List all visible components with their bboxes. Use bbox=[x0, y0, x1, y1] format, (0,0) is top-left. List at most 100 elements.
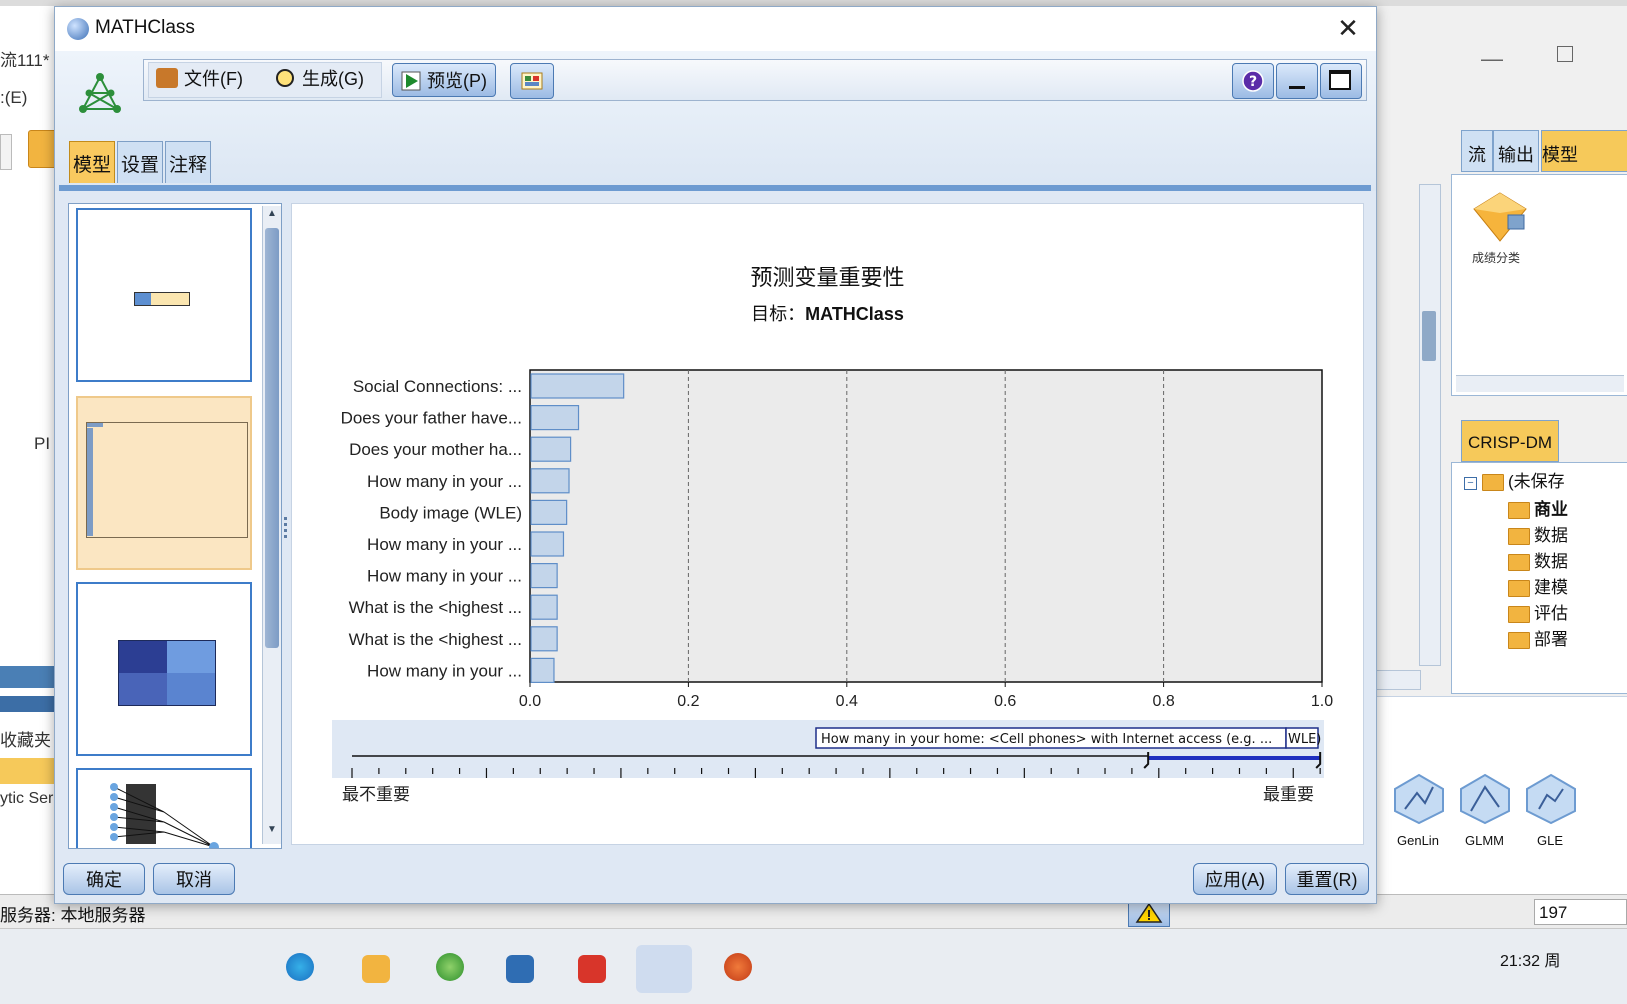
plot-area bbox=[529, 369, 1323, 683]
genlin-node-label: GenLin bbox=[1397, 833, 1439, 848]
tab-annotations[interactable]: 注释 bbox=[165, 141, 211, 183]
gle-node-icon[interactable] bbox=[1525, 773, 1577, 825]
predictor-label: Does your father have... bbox=[341, 409, 522, 428]
maximize-icon[interactable] bbox=[1557, 46, 1573, 62]
scroll-up-icon[interactable]: ▲ bbox=[265, 208, 279, 224]
importance-bar[interactable] bbox=[530, 436, 572, 462]
maximize-button[interactable] bbox=[1320, 63, 1362, 99]
importance-bar[interactable] bbox=[530, 657, 555, 683]
tab-crisp-dm[interactable]: CRISP-DM bbox=[1461, 420, 1559, 462]
browser-icon[interactable] bbox=[436, 953, 464, 981]
slider-tooltip: How many in your home: <Cell phones> wit… bbox=[821, 732, 1272, 747]
preview-button[interactable]: 预览(P) bbox=[392, 63, 496, 97]
bar-chart: 0.0 0.2 0.4 0.6 0.8 1.0 Social Connections: ..… bbox=[332, 369, 1333, 805]
tab-model[interactable]: 模型 bbox=[69, 141, 115, 183]
tab-settings[interactable]: 设置 bbox=[117, 141, 163, 183]
app-icon[interactable] bbox=[724, 953, 752, 981]
scroll-thumb[interactable] bbox=[265, 228, 279, 648]
dialog-title: MATHClass bbox=[95, 17, 195, 38]
stream-tab-label[interactable]: 流111* bbox=[0, 46, 49, 71]
minimize-button[interactable] bbox=[1276, 63, 1318, 99]
slider-tooltip-end: WLE) bbox=[1288, 732, 1321, 747]
importance-bar[interactable] bbox=[530, 405, 580, 431]
file-explorer-icon[interactable] bbox=[362, 955, 390, 983]
network-diagram-icon bbox=[110, 783, 219, 848]
predictor-label: How many in your ... bbox=[367, 535, 522, 554]
thumb-bar bbox=[87, 423, 103, 427]
view-thumbnails: ▲ ▼ bbox=[68, 203, 282, 849]
tree-item-evaluation[interactable]: 评估 bbox=[1508, 601, 1568, 627]
thumbnail-predictor-importance[interactable] bbox=[76, 396, 252, 570]
importance-bar[interactable] bbox=[530, 563, 558, 589]
importance-bar[interactable] bbox=[530, 594, 558, 620]
gle-node-label: GLE bbox=[1537, 833, 1564, 848]
scroll-down-icon[interactable]: ▼ bbox=[265, 824, 279, 840]
close-button[interactable]: ✕ bbox=[1334, 15, 1362, 43]
ok-button[interactable]: 确定 bbox=[63, 863, 145, 895]
apply-button[interactable]: 应用(A) bbox=[1193, 863, 1277, 895]
thumbnail-network-diagram[interactable] bbox=[76, 768, 252, 848]
left-toolbar-icon[interactable] bbox=[0, 134, 12, 170]
x-tick-label: 0.0 bbox=[519, 693, 541, 710]
generate-menu[interactable]: 生成(G) bbox=[266, 64, 372, 94]
edit-menu-fragment[interactable]: :(E) bbox=[0, 88, 27, 108]
generate-menu-label: 生成(G) bbox=[302, 69, 364, 89]
predictor-label: What is the <highest ... bbox=[349, 630, 522, 649]
genlin-node-icon[interactable] bbox=[1393, 773, 1445, 825]
predictor-label: Does your mother ha... bbox=[349, 440, 522, 459]
favorites-tab[interactable]: 收藏夹 bbox=[0, 726, 51, 751]
thumbnails-scrollbar[interactable]: ▲ ▼ bbox=[262, 206, 281, 844]
left-panel-divider bbox=[0, 696, 60, 712]
grid-cell bbox=[167, 673, 215, 705]
spss-app-icon bbox=[67, 18, 89, 40]
tree-item-root[interactable]: (未保存 bbox=[1482, 469, 1565, 495]
minimize-icon[interactable]: — bbox=[1481, 46, 1503, 72]
x-tick-label: 0.4 bbox=[836, 693, 858, 710]
thumbnail-model-summary[interactable] bbox=[76, 208, 252, 382]
folder-icon bbox=[1482, 474, 1504, 492]
help-button[interactable]: ? bbox=[1232, 63, 1274, 99]
export-button[interactable] bbox=[510, 63, 554, 99]
importance-bar[interactable] bbox=[530, 626, 558, 652]
store-icon[interactable] bbox=[506, 955, 534, 983]
grid-cell bbox=[119, 641, 167, 673]
tree-item-deployment[interactable]: 部署 bbox=[1508, 627, 1568, 653]
tree-collapse-icon[interactable]: − bbox=[1464, 477, 1477, 490]
grid-cell bbox=[167, 641, 215, 673]
glmm-node-icon[interactable] bbox=[1459, 773, 1511, 825]
tree-item-business[interactable]: 商业 bbox=[1508, 497, 1568, 523]
glmm-node-label: GLMM bbox=[1465, 833, 1504, 848]
tree-item-data-understanding[interactable]: 数据 bbox=[1508, 523, 1568, 549]
panel-splitter[interactable] bbox=[283, 203, 289, 847]
tab-streams[interactable]: 流 bbox=[1461, 130, 1493, 172]
importance-thumb-plot bbox=[86, 422, 248, 538]
office-icon[interactable] bbox=[578, 955, 606, 983]
tree-item-data-preparation[interactable]: 数据 bbox=[1508, 549, 1568, 575]
importance-bar[interactable] bbox=[530, 531, 565, 557]
stream-vertical-scrollbar[interactable] bbox=[1419, 184, 1441, 666]
predictor-label: Social Connections: ... bbox=[353, 377, 522, 396]
stream-horizontal-scrollbar[interactable] bbox=[1375, 670, 1421, 690]
splitter-grip-icon bbox=[284, 517, 287, 539]
tab-outputs[interactable]: 输出 bbox=[1493, 130, 1539, 172]
file-menu[interactable]: 文件(F) bbox=[148, 64, 251, 94]
minimize-icon bbox=[1289, 86, 1305, 89]
edge-icon[interactable] bbox=[286, 953, 314, 981]
spss-taskbar-icon[interactable] bbox=[636, 945, 692, 993]
reset-button[interactable]: 重置(R) bbox=[1285, 863, 1369, 895]
tree-item-modeling[interactable]: 建模 bbox=[1508, 575, 1568, 601]
model-nugget-icon[interactable] bbox=[1470, 189, 1530, 245]
tab-models[interactable]: 模型 bbox=[1541, 130, 1627, 172]
node-palette: GenLin GLMM GLE bbox=[1375, 696, 1627, 897]
left-scrollbar[interactable] bbox=[0, 666, 60, 688]
palette-tab-active[interactable] bbox=[0, 758, 60, 784]
models-horizontal-scrollbar[interactable] bbox=[1456, 375, 1624, 392]
cancel-button[interactable]: 取消 bbox=[153, 863, 235, 895]
thumbnail-classification-table[interactable] bbox=[76, 582, 252, 756]
analytic-server-tab[interactable]: ytic Ser bbox=[0, 790, 53, 808]
importance-bar[interactable] bbox=[530, 499, 568, 525]
importance-bar[interactable] bbox=[530, 373, 625, 399]
scroll-thumb[interactable] bbox=[1422, 311, 1436, 361]
importance-bar[interactable] bbox=[530, 468, 570, 494]
folder-icon bbox=[1508, 632, 1530, 650]
